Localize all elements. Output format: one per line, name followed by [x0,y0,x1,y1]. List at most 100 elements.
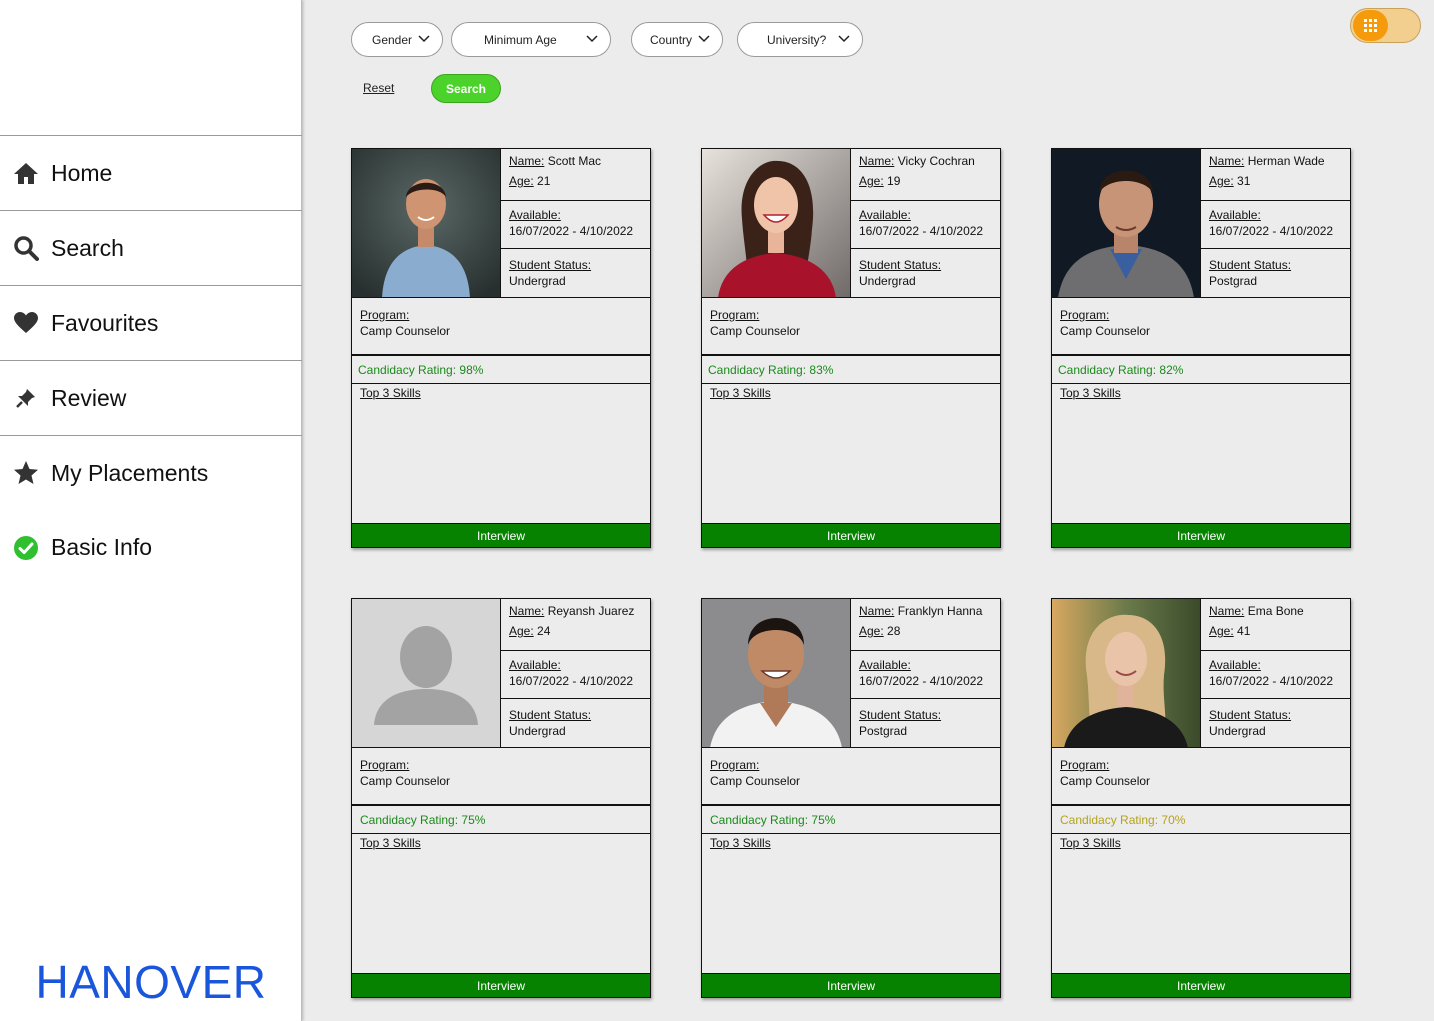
sidebar-item-favourites[interactable]: Favourites [0,285,302,360]
candidate-name: Ema Bone [1247,604,1304,618]
top-skills-label: Top 3 Skills [360,836,421,850]
sidebar-item-label: My Placements [51,459,209,486]
name-label: Name: [859,604,895,618]
candidacy-rating: Candidacy Rating: 75% [702,808,1000,834]
availability-cell: Available: 16/07/2022 - 4/10/2022 [851,651,1000,699]
reset-link[interactable]: Reset [363,81,394,95]
availability-cell: Available: 16/07/2022 - 4/10/2022 [1201,651,1350,699]
candidate-availability: 16/07/2022 - 4/10/2022 [509,674,634,688]
program-label: Program: [360,758,410,772]
interview-button[interactable]: Interview [702,973,1000,997]
program-cell: Program: Camp Counselor [1052,748,1350,806]
candidate-age: 19 [887,174,901,188]
top-skills-label: Top 3 Skills [710,836,771,850]
name-age-cell: Name: Ema Bone Age: 41 [1201,599,1350,651]
status-cell: Student Status: Postgrad [1201,249,1350,298]
apps-toggle[interactable] [1350,8,1421,43]
minimum-age-filter-label: Minimum Age [484,32,557,47]
country-filter[interactable]: Country [631,22,723,57]
candidate-name: Scott Mac [547,154,602,168]
candidate-card: Name: Reyansh Juarez Age: 24 Available: … [351,598,651,998]
name-label: Name: [509,154,545,168]
candidate-program: Camp Counselor [1060,324,1151,338]
status-cell: Student Status: Undergrad [851,249,1000,298]
sidebar-item-label: Home [51,159,113,186]
grid-icon [1364,19,1377,32]
status-cell: Student Status: Undergrad [501,249,650,298]
candidacy-rating: Candidacy Rating: 82% [1052,358,1350,384]
candidate-age: 24 [537,624,551,638]
program-label: Program: [710,758,760,772]
candidate-status: Undergrad [1209,724,1266,738]
interview-button[interactable]: Interview [1052,523,1350,547]
name-age-cell: Name: Herman Wade Age: 31 [1201,149,1350,201]
chevron-down-icon [698,35,710,43]
minimum-age-filter[interactable]: Minimum Age [451,22,611,57]
age-label: Age: [1209,624,1234,638]
interview-button[interactable]: Interview [352,973,650,997]
sidebar-item-search[interactable]: Search [0,210,302,285]
chevron-down-icon [586,35,598,43]
student-status-label: Student Status: [509,708,592,722]
available-label: Available: [859,658,911,672]
name-age-cell: Name: Reyansh Juarez Age: 24 [501,599,650,651]
candidate-card: Name: Vicky Cochran Age: 19 Available: 1… [701,148,1001,548]
availability-cell: Available: 16/07/2022 - 4/10/2022 [851,201,1000,249]
sidebar-item-label: Search [51,234,124,261]
candidate-status: Postgrad [859,724,908,738]
candidacy-rating: Candidacy Rating: 98% [352,358,650,384]
candidate-availability: 16/07/2022 - 4/10/2022 [1209,224,1334,238]
university-filter[interactable]: University? [737,22,863,57]
country-filter-label: Country [650,32,693,47]
brand-logo: HANOVER [35,956,267,1008]
candidate-age: 21 [537,174,551,188]
candidate-availability: 16/07/2022 - 4/10/2022 [859,224,984,238]
gender-filter[interactable]: Gender [351,22,443,57]
sidebar-item-home[interactable]: Home [0,135,302,210]
available-label: Available: [509,658,561,672]
program-cell: Program: Camp Counselor [352,298,650,356]
student-status-label: Student Status: [1209,258,1292,272]
program-cell: Program: Camp Counselor [352,748,650,806]
candidacy-rating: Candidacy Rating: 70% [1052,808,1350,834]
sidebar-item-label: Review [51,384,127,411]
age-label: Age: [509,174,534,188]
candidate-card: Name: Ema Bone Age: 41 Available: 16/07/… [1051,598,1351,998]
check-circle-icon [13,535,39,561]
interview-button[interactable]: Interview [702,523,1000,547]
candidate-availability: 16/07/2022 - 4/10/2022 [859,674,984,688]
status-cell: Student Status: Postgrad [851,699,1000,748]
candidate-name: Vicky Cochran [897,154,975,168]
name-label: Name: [1209,604,1245,618]
candidate-status: Undergrad [509,724,566,738]
top-skills-label: Top 3 Skills [710,386,771,400]
name-age-cell: Name: Vicky Cochran Age: 19 [851,149,1000,201]
gender-filter-label: Gender [372,32,413,47]
sidebar-item-review[interactable]: Review [0,360,302,435]
availability-cell: Available: 16/07/2022 - 4/10/2022 [501,651,650,699]
candidacy-rating: Candidacy Rating: 83% [702,358,1000,384]
program-label: Program: [360,308,410,322]
candidate-availability: 16/07/2022 - 4/10/2022 [509,224,634,238]
interview-button[interactable]: Interview [1052,973,1350,997]
candidate-photo [1052,599,1201,748]
search-button[interactable]: Search [431,74,501,103]
search-icon [13,235,39,261]
candidate-status: Undergrad [859,274,916,288]
student-status-label: Student Status: [859,708,942,722]
status-cell: Student Status: Undergrad [1201,699,1350,748]
candidate-name: Reyansh Juarez [547,604,635,618]
sidebar-item-basic-info[interactable]: Basic Info [0,510,302,585]
candidacy-rating: Candidacy Rating: 75% [352,808,650,834]
name-label: Name: [859,154,895,168]
home-icon [13,160,39,186]
top-skills-label: Top 3 Skills [360,386,421,400]
name-label: Name: [509,604,545,618]
sidebar: Home Search Favourites Review My Placeme… [0,0,302,1021]
candidate-photo [702,599,851,748]
top-skills-label: Top 3 Skills [1060,386,1121,400]
interview-button[interactable]: Interview [352,523,650,547]
candidate-name: Herman Wade [1247,154,1325,168]
sidebar-item-my-placements[interactable]: My Placements [0,435,302,510]
name-age-cell: Name: Franklyn Hanna Age: 28 [851,599,1000,651]
